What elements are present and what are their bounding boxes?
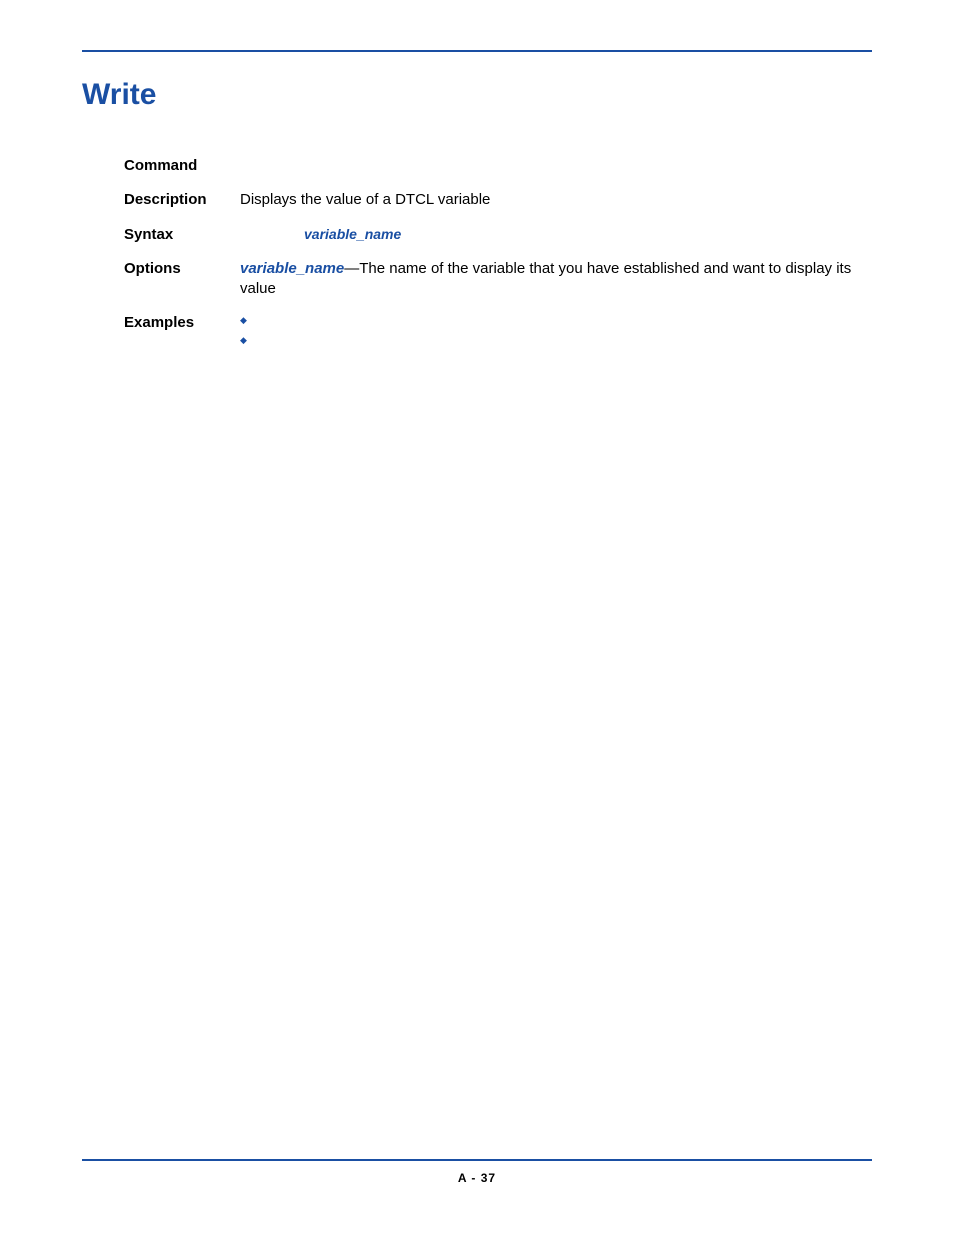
row-syntax: Syntax variable_name [124, 225, 872, 245]
row-examples: Examples [124, 313, 872, 353]
definition-list: Command Description Displays the value o… [124, 156, 872, 353]
value-syntax: variable_name [240, 225, 872, 245]
label-options: Options [124, 259, 240, 279]
page-title: Write [82, 78, 872, 112]
row-options: Options variable_name—The name of the va… [124, 259, 872, 300]
value-options: variable_name—The name of the variable t… [240, 259, 872, 300]
footer-rule [82, 1159, 872, 1161]
label-syntax: Syntax [124, 225, 240, 245]
examples-list [240, 313, 872, 347]
row-description: Description Displays the value of a DTCL… [124, 190, 872, 210]
label-command: Command [124, 156, 240, 176]
label-examples: Examples [124, 313, 240, 333]
syntax-code: variable_name [304, 226, 401, 242]
options-param: variable_name [240, 260, 344, 277]
label-description: Description [124, 190, 240, 210]
list-item [240, 333, 872, 347]
page-number: A - 37 [0, 1171, 954, 1185]
value-description: Displays the value of a DTCL variable [240, 190, 872, 210]
row-command: Command [124, 156, 872, 176]
header-rule [82, 50, 872, 52]
list-item [240, 313, 872, 327]
value-examples [240, 313, 872, 353]
page: Write Command Description Displays the v… [0, 0, 954, 1235]
